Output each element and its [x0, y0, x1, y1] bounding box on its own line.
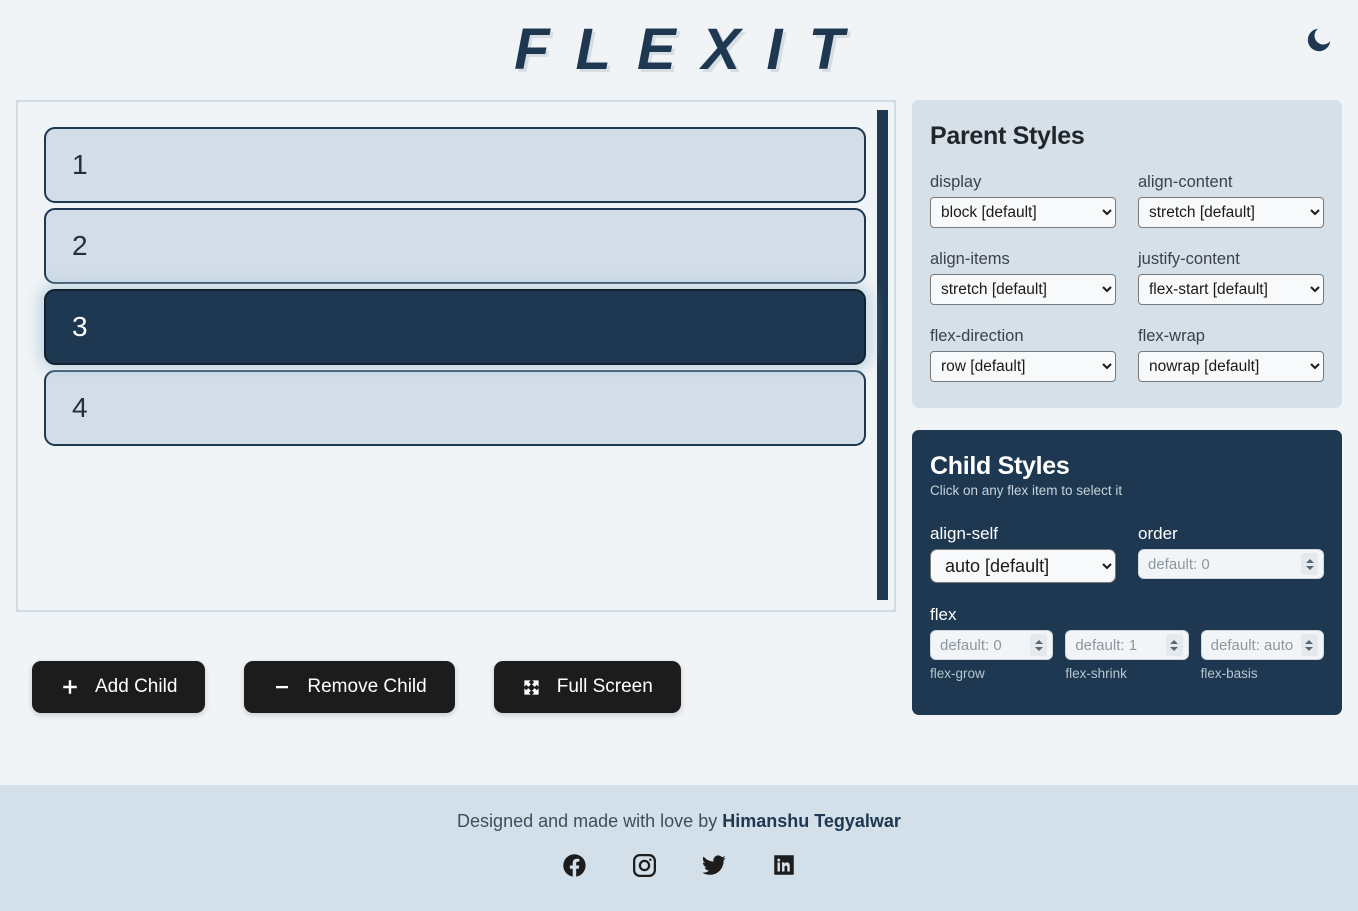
order-input[interactable] — [1138, 549, 1324, 579]
credit-text: Designed and made with love by Himanshu … — [457, 811, 901, 832]
full-screen-label: Full Screen — [556, 676, 653, 697]
twitter-icon[interactable] — [699, 850, 729, 880]
field-align-items: align-items stretch [default] — [930, 250, 1116, 305]
full-screen-button[interactable]: Full Screen — [493, 661, 681, 713]
display-label: display — [930, 173, 982, 191]
flex-item-label: 1 — [72, 149, 88, 180]
flex-item-label: 3 — [72, 311, 88, 342]
expand-arrows-icon — [522, 677, 542, 697]
flex-grow-label: flex-grow — [930, 666, 985, 681]
flex-item[interactable]: 2 — [44, 208, 866, 284]
align-content-select[interactable]: stretch [default] — [1138, 197, 1324, 228]
flex-item-label: 4 — [72, 392, 88, 423]
minus-icon — [272, 677, 292, 697]
main-content: 1234 Add Child Remove Child Full Screen … — [0, 100, 1358, 715]
styles-column: Parent Styles display block [default] al… — [912, 100, 1342, 715]
flex-wrap-label: flex-wrap — [1138, 327, 1205, 345]
flex-parent-container: 1 2 3 4 — [18, 102, 894, 610]
author-name: Himanshu Tegyalwar — [722, 811, 901, 831]
child-styles-subtitle: Click on any flex item to select it — [930, 483, 1123, 498]
flex-item[interactable]: 3 — [44, 289, 866, 365]
moon-icon — [1304, 25, 1334, 58]
plus-icon — [60, 677, 80, 697]
flex-wrap-select[interactable]: nowrap [default] — [1138, 351, 1324, 382]
flex-direction-label: flex-direction — [930, 327, 1024, 345]
flex-shrink-input[interactable] — [1065, 630, 1189, 660]
flex-shrink-wrap — [1065, 630, 1189, 660]
field-align-self: align-self auto [default] — [930, 524, 1116, 583]
field-flex: flex flex-grow — [930, 605, 1324, 681]
child-styles-row: align-self auto [default] order — [930, 524, 1324, 583]
page-title: FLEXIT — [514, 17, 870, 82]
add-child-button[interactable]: Add Child — [32, 661, 206, 713]
remove-child-label: Remove Child — [307, 676, 427, 697]
flex-inputs-group: flex-grow flex-shrink — [930, 630, 1324, 681]
flex-basis-label: flex-basis — [1200, 666, 1258, 681]
order-label: order — [1138, 524, 1178, 543]
facebook-icon[interactable] — [559, 850, 589, 880]
justify-content-label: justify-content — [1138, 250, 1240, 268]
parent-styles-title: Parent Styles — [930, 122, 1085, 150]
flex-grow-input[interactable] — [930, 630, 1054, 660]
field-align-content: align-content stretch [default] — [1138, 173, 1324, 228]
flex-item[interactable]: 1 — [44, 127, 866, 203]
scrollbar-thumb[interactable] — [877, 110, 888, 600]
flex-basis-wrap — [1200, 630, 1324, 660]
justify-content-select[interactable]: flex-start [default] — [1138, 274, 1324, 305]
align-content-label: align-content — [1138, 173, 1233, 191]
flex-grow-wrap — [930, 630, 1054, 660]
flex-grow-cell: flex-grow — [930, 630, 1054, 681]
social-links — [559, 850, 799, 880]
align-self-select[interactable]: auto [default] — [930, 549, 1116, 583]
linkedin-icon[interactable] — [769, 850, 799, 880]
field-display: display block [default] — [930, 173, 1116, 228]
preview-scrollbar[interactable] — [877, 110, 888, 600]
parent-styles-row: flex-direction row [default] flex-wrap n… — [930, 327, 1324, 382]
field-order: order — [1138, 524, 1324, 583]
flex-preview-area: 1 2 3 4 — [16, 100, 896, 612]
instagram-icon[interactable] — [629, 850, 659, 880]
align-items-select[interactable]: stretch [default] — [930, 274, 1116, 305]
flex-shrink-cell: flex-shrink — [1065, 630, 1189, 681]
theme-toggle-button[interactable] — [1302, 24, 1336, 58]
child-styles-panel: Child Styles Click on any flex item to s… — [912, 430, 1342, 715]
parent-styles-row: display block [default] align-content st… — [930, 173, 1324, 228]
flex-basis-cell: flex-basis — [1200, 630, 1324, 681]
parent-styles-panel: Parent Styles display block [default] al… — [912, 100, 1342, 408]
field-flex-direction: flex-direction row [default] — [930, 327, 1116, 382]
child-styles-title: Child Styles — [930, 452, 1070, 480]
parent-styles-row: align-items stretch [default] justify-co… — [930, 250, 1324, 305]
field-flex-wrap: flex-wrap nowrap [default] — [1138, 327, 1324, 382]
page-footer: Designed and made with love by Himanshu … — [0, 785, 1358, 911]
order-input-wrap — [1138, 549, 1324, 579]
display-select[interactable]: block [default] — [930, 197, 1116, 228]
align-items-label: align-items — [930, 250, 1010, 268]
flex-item-label: 2 — [72, 230, 88, 261]
flex-basis-input[interactable] — [1200, 630, 1324, 660]
credit-prefix: Designed and made with love by — [457, 811, 723, 831]
action-buttons: Add Child Remove Child Full Screen — [16, 661, 896, 713]
flex-shrink-label: flex-shrink — [1065, 666, 1127, 681]
align-self-label: align-self — [930, 524, 999, 543]
app-header: FLEXIT — [0, 0, 1358, 100]
flex-item[interactable]: 4 — [44, 370, 866, 446]
flex-direction-select[interactable]: row [default] — [930, 351, 1116, 382]
child-flex-row: flex flex-grow — [930, 605, 1324, 681]
flex-label: flex — [930, 605, 957, 624]
preview-column: 1234 Add Child Remove Child Full Screen — [16, 100, 896, 713]
add-child-label: Add Child — [95, 676, 178, 697]
field-justify-content: justify-content flex-start [default] — [1138, 250, 1324, 305]
remove-child-button[interactable]: Remove Child — [244, 661, 455, 713]
